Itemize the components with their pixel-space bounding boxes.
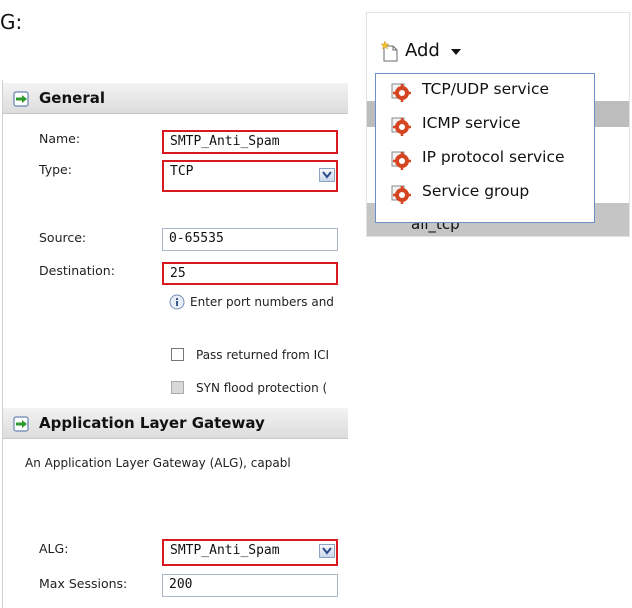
service-gear-icon [391, 117, 411, 136]
add-service-menu-panel: Add all_tcp TCP/UDP service ICMP service… [366, 12, 630, 237]
general-section-header: General [3, 83, 348, 114]
destination-value: 25 [170, 266, 186, 281]
alg-label: ALG: [39, 541, 69, 556]
max-sessions-value: 200 [169, 577, 193, 592]
port-hint-text: Enter port numbers and [190, 295, 334, 309]
arrow-in-icon [13, 416, 29, 432]
menu-item-label: Service group [422, 182, 530, 200]
new-document-icon [380, 40, 398, 62]
service-gear-icon [391, 185, 411, 204]
menu-item-label: IP protocol service [422, 148, 565, 166]
service-gear-icon [391, 151, 411, 170]
destination-label: Destination: [39, 263, 115, 278]
add-label: Add [405, 40, 440, 61]
general-title: General [39, 89, 105, 107]
alg-value: SMTP_Anti_Spam [170, 543, 280, 558]
pass-returned-label: Pass returned from ICI [196, 348, 330, 362]
menu-item-tcp-udp-service[interactable]: TCP/UDP service [376, 74, 594, 106]
pass-returned-checkbox[interactable] [171, 348, 184, 361]
name-input[interactable]: SMTP_Anti_Spam [162, 130, 338, 154]
destination-input[interactable]: 25 [162, 262, 338, 285]
max-sessions-label: Max Sessions: [39, 576, 128, 591]
source-label: Source: [39, 230, 87, 245]
type-value: TCP [170, 164, 194, 179]
service-settings-panel: General Name: SMTP_Anti_Spam Type: TCP S… [2, 80, 348, 608]
type-select[interactable]: TCP [162, 160, 338, 192]
syn-flood-label: SYN flood protection ( [196, 381, 328, 395]
source-input[interactable]: 0-65535 [162, 228, 338, 251]
type-label: Type: [39, 162, 72, 177]
menu-item-label: TCP/UDP service [422, 80, 550, 98]
add-dropdown-list: TCP/UDP service ICMP service IP protocol… [375, 73, 595, 223]
info-icon [169, 294, 185, 310]
menu-item-service-group[interactable]: Service group [376, 176, 594, 208]
source-value: 0-65535 [169, 231, 224, 246]
caption-text: G: [0, 10, 23, 34]
alg-select[interactable]: SMTP_Anti_Spam [162, 539, 338, 566]
alg-title: Application Layer Gateway [39, 414, 265, 432]
service-gear-icon [391, 83, 411, 102]
alg-section-header: Application Layer Gateway [3, 408, 348, 439]
caret-down-icon [451, 49, 461, 55]
max-sessions-input[interactable]: 200 [162, 574, 338, 597]
alg-description: An Application Layer Gateway (ALG), capa… [25, 456, 291, 470]
chevron-down-icon[interactable] [319, 544, 335, 558]
name-value: SMTP_Anti_Spam [170, 134, 280, 149]
menu-item-label: ICMP service [422, 114, 521, 132]
menu-item-icmp-service[interactable]: ICMP service [376, 108, 594, 140]
menu-item-ip-protocol-service[interactable]: IP protocol service [376, 142, 594, 174]
name-label: Name: [39, 131, 81, 146]
chevron-down-icon[interactable] [319, 168, 335, 182]
syn-flood-checkbox [171, 381, 184, 394]
arrow-in-icon [13, 91, 29, 107]
